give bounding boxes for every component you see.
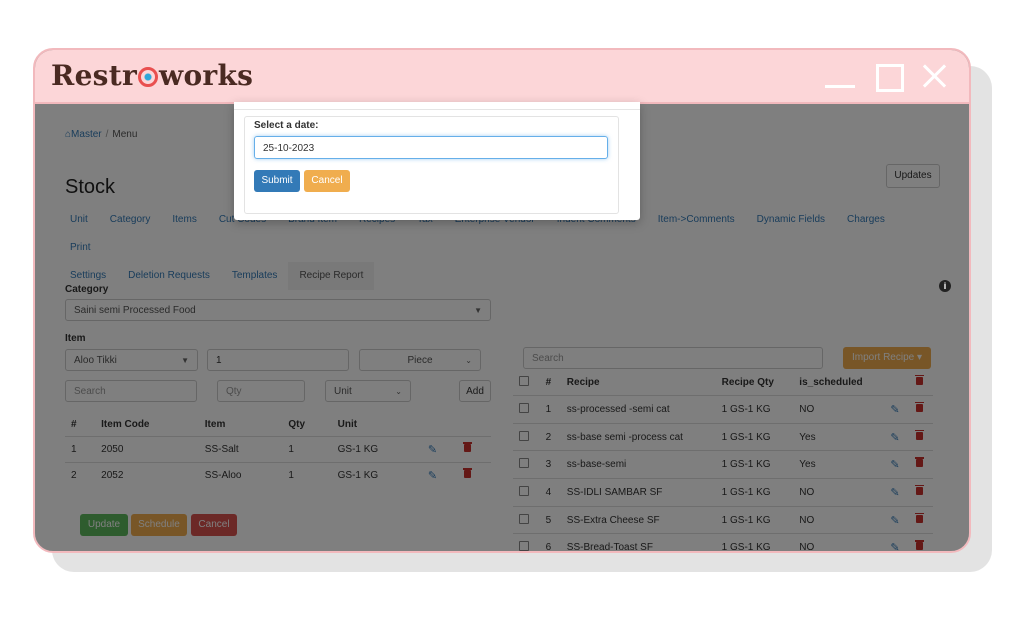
restroworks-logo: Restrworks — [51, 59, 253, 92]
title-bar: Restrworks — [35, 50, 969, 104]
modal-header-edge — [234, 102, 640, 110]
date-input[interactable]: 25-10-2023 — [254, 136, 608, 159]
maximize-icon[interactable] — [874, 62, 904, 92]
close-icon[interactable] — [920, 62, 950, 92]
date-label: Select a date: — [254, 120, 318, 131]
app-content: ⌂Master/Menu Stock Updates UnitCategoryI… — [35, 102, 969, 551]
submit-button[interactable]: Submit — [254, 170, 300, 192]
date-modal: Select a date: 25-10-2023 Submit Cancel — [234, 102, 640, 220]
info-icon[interactable]: i — [939, 280, 951, 292]
app-window: Restrworks ⌂Master/Menu Stock Updates Un… — [33, 48, 971, 553]
logo-o-icon — [138, 67, 158, 87]
modal-cancel-button[interactable]: Cancel — [304, 170, 350, 192]
minimize-icon[interactable] — [825, 62, 855, 92]
